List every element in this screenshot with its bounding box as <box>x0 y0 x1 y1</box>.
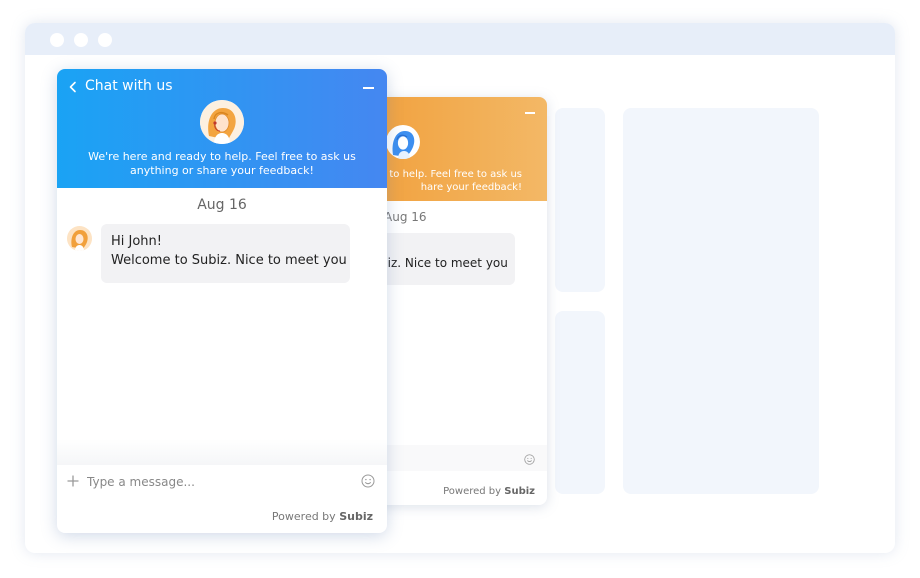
powered-by: Powered by Subiz <box>443 486 535 497</box>
chat-header-orange: y to help. Feel free to ask us hare your… <box>360 97 547 201</box>
chat-title: Chat with us <box>85 78 173 94</box>
smiley-icon <box>524 454 535 465</box>
powered-by-prefix: Powered by <box>271 510 336 523</box>
agent-avatar-icon <box>67 226 92 251</box>
message-composer <box>57 465 387 499</box>
chat-widget-blue: Chat with us We're here and ready to hel… <box>57 69 387 533</box>
avatar <box>67 226 92 251</box>
message-input[interactable] <box>87 471 347 493</box>
window-dot <box>50 33 64 47</box>
minimize-button[interactable] <box>359 77 379 97</box>
message-bubble: Hi John! Welcome to Subiz. Nice to meet … <box>101 224 350 283</box>
chevron-left-icon[interactable] <box>67 81 79 93</box>
message-input-bar <box>360 445 547 471</box>
smiley-icon[interactable] <box>361 474 375 488</box>
placeholder-panel <box>623 108 819 494</box>
agent-avatar-large <box>386 125 420 159</box>
agent-illustration-icon <box>200 100 244 144</box>
agent-avatar-large <box>200 100 244 144</box>
welcome-tagline: We're here and ready to help. Feel free … <box>88 150 356 177</box>
powered-by-prefix: Powered by <box>443 486 502 497</box>
powered-by: Powered by Subiz <box>272 510 373 523</box>
conversation-date: Aug 16 <box>197 197 247 213</box>
chat-widget-orange: y to help. Feel free to ask us hare your… <box>360 97 547 505</box>
conversation-date: Aug 16 <box>384 210 427 224</box>
window-dot <box>98 33 112 47</box>
plus-icon[interactable] <box>67 475 79 487</box>
minimize-icon <box>525 112 535 114</box>
message-text: biz. Nice to meet you <box>380 256 508 270</box>
chat-header-blue: Chat with us We're here and ready to hel… <box>57 69 387 188</box>
placeholder-panel <box>555 311 605 494</box>
agent-illustration-icon <box>392 131 415 159</box>
composer-fade <box>57 439 387 465</box>
window-dot <box>74 33 88 47</box>
message-line: Hi John! <box>111 234 162 249</box>
message-line: Welcome to Subiz. Nice to meet you <box>111 253 347 268</box>
window-titlebar <box>25 23 895 55</box>
powered-by-brand: Subiz <box>339 510 373 523</box>
placeholder-panel <box>555 108 605 292</box>
powered-by-brand: Subiz <box>504 486 535 497</box>
